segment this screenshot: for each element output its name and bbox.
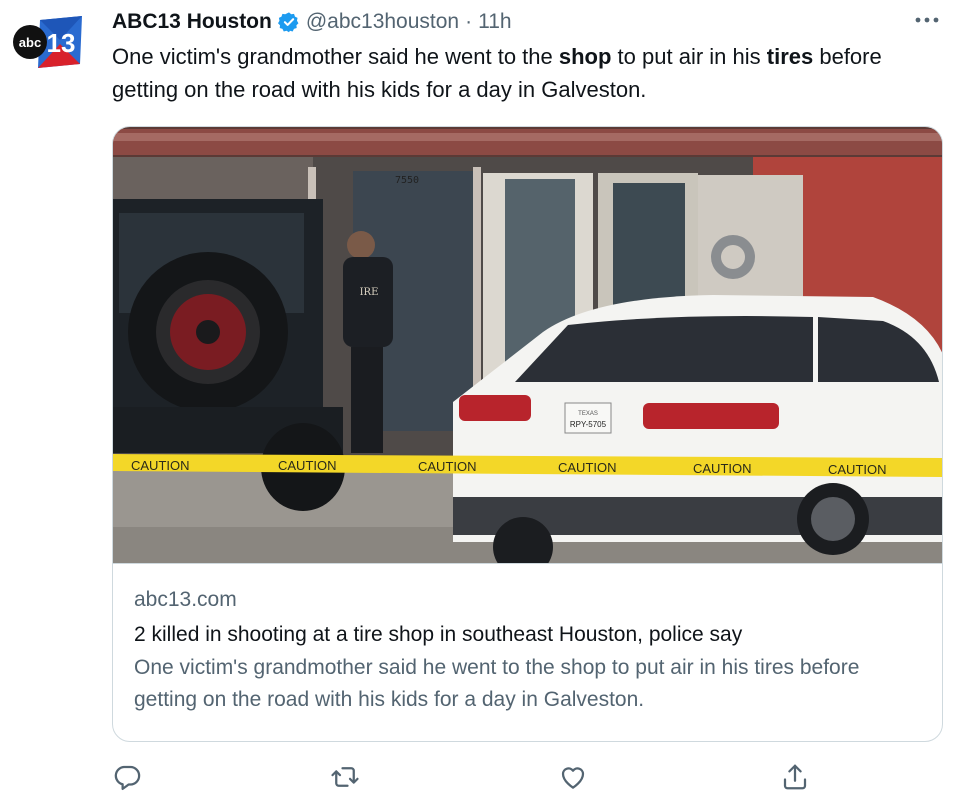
verified-badge-icon [277, 12, 299, 33]
tweet-text-part: to put air in his [611, 44, 767, 69]
card-body[interactable]: abc13.com 2 killed in shooting at a tire… [113, 563, 942, 716]
avatar-13-text: 13 [47, 28, 76, 58]
avatar-abc-text: abc [19, 35, 41, 50]
separator-dot: · [465, 10, 473, 33]
tweet-text: One victim's grandmother said he went to… [112, 40, 942, 106]
link-card[interactable]: 7550 IRE TEXAS RPY-5705 CAUTION CAUTION … [112, 126, 943, 742]
share-icon[interactable] [780, 762, 810, 792]
address-number: 7550 [395, 175, 419, 186]
display-name[interactable]: ABC13 Houston [112, 10, 272, 34]
tweet-actions [112, 762, 812, 796]
plate-state: TEXAS [578, 411, 598, 417]
caution-tape-text: CAUTION [693, 461, 752, 476]
license-plate: RPY-5705 [570, 420, 607, 429]
caution-tape-text: CAUTION [131, 458, 190, 473]
abc13-logo-avatar[interactable]: abc 13 [10, 14, 84, 70]
caution-tape-text: CAUTION [828, 462, 887, 477]
shirt-text: IRE [360, 287, 379, 298]
card-image[interactable]: 7550 IRE TEXAS RPY-5705 CAUTION CAUTION … [113, 127, 943, 563]
card-description: One victim's grandmother said he went to… [134, 656, 860, 711]
tweet-timestamp[interactable]: 11h [478, 10, 511, 34]
tweet-bold-shop: shop [558, 44, 612, 69]
more-options-icon[interactable] [914, 12, 940, 28]
tweet-bold-tires: tires [766, 44, 814, 69]
reply-icon[interactable] [112, 762, 142, 792]
retweet-icon[interactable] [330, 762, 360, 792]
caution-tape-text: CAUTION [558, 460, 617, 475]
caution-tape-text: CAUTION [278, 458, 337, 473]
card-domain: abc13.com [134, 588, 237, 611]
caution-tape-text: CAUTION [418, 459, 477, 474]
tweet-header: ABC13 Houston @abc13houston · 11h [112, 6, 512, 38]
like-icon[interactable] [558, 762, 588, 792]
card-title: 2 killed in shooting at a tire shop in s… [134, 623, 743, 646]
account-handle[interactable]: @abc13houston [306, 10, 459, 34]
tweet-text-part: One victim's grandmother said he went to… [112, 44, 559, 69]
